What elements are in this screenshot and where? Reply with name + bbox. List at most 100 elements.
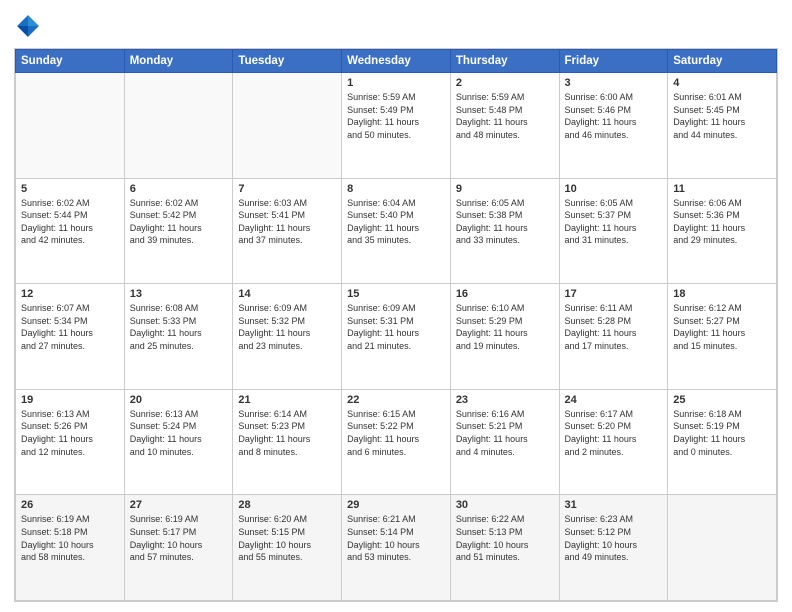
col-header-monday: Monday — [124, 50, 233, 73]
day-info: Sunrise: 6:17 AM Sunset: 5:20 PM Dayligh… — [565, 408, 663, 458]
week-row-1: 5Sunrise: 6:02 AM Sunset: 5:44 PM Daylig… — [16, 178, 777, 284]
day-info: Sunrise: 6:01 AM Sunset: 5:45 PM Dayligh… — [673, 91, 771, 141]
day-number: 22 — [347, 394, 445, 406]
day-number: 18 — [673, 288, 771, 300]
day-info: Sunrise: 6:15 AM Sunset: 5:22 PM Dayligh… — [347, 408, 445, 458]
calendar-cell: 15Sunrise: 6:09 AM Sunset: 5:31 PM Dayli… — [342, 284, 451, 390]
day-info: Sunrise: 6:10 AM Sunset: 5:29 PM Dayligh… — [456, 302, 554, 352]
calendar-cell: 29 Sunrise: 6:21 AM Sunset: 5:14 PM Dayli… — [342, 495, 451, 601]
calendar-cell: 6 Sunrise: 6:02 AM Sunset: 5:42 PM Daylig… — [124, 178, 233, 284]
calendar-cell: 13Sunrise: 6:08 AM Sunset: 5:33 PM Dayli… — [124, 284, 233, 390]
week-row-2: 12 Sunrise: 6:07 AM Sunset: 5:34 PM Dayli… — [16, 284, 777, 390]
day-info: Sunrise: 6:02 AM Sunset: 5:44 PM Dayligh… — [21, 197, 119, 247]
day-number: 16 — [456, 288, 554, 300]
day-number: 25 — [673, 394, 771, 406]
day-info: Sunrise: 6:19 AM Sunset: 5:17 PM Dayligh… — [130, 513, 228, 563]
day-number: 3 — [565, 77, 663, 89]
page: SundayMondayTuesdayWednesdayThursdayFrid… — [0, 0, 792, 612]
col-header-thursday: Thursday — [450, 50, 559, 73]
calendar-cell: 23 Sunrise: 6:16 AM Sunset: 5:21 PM Dayli… — [450, 389, 559, 495]
calendar-cell: 11 Sunrise: 6:06 AM Sunset: 5:36 PM Dayli… — [668, 178, 777, 284]
calendar-cell: 18 Sunrise: 6:12 AM Sunset: 5:27 PM Dayli… — [668, 284, 777, 390]
day-info: Sunrise: 6:12 AM Sunset: 5:27 PM Dayligh… — [673, 302, 771, 352]
calendar-cell: 12 Sunrise: 6:07 AM Sunset: 5:34 PM Dayli… — [16, 284, 125, 390]
day-number: 6 — [130, 183, 228, 195]
day-number: 2 — [456, 77, 554, 89]
day-info: Sunrise: 6:07 AM Sunset: 5:34 PM Dayligh… — [21, 302, 119, 352]
day-info: Sunrise: 5:59 AM Sunset: 5:48 PM Dayligh… — [456, 91, 554, 141]
calendar-header: SundayMondayTuesdayWednesdayThursdayFrid… — [16, 50, 777, 73]
day-number: 23 — [456, 394, 554, 406]
calendar-cell: 24 Sunrise: 6:17 AM Sunset: 5:20 PM Dayli… — [559, 389, 668, 495]
week-row-0: 1 Sunrise: 5:59 AM Sunset: 5:49 PM Daylig… — [16, 73, 777, 179]
calendar: SundayMondayTuesdayWednesdayThursdayFrid… — [14, 48, 778, 602]
day-info: Sunrise: 6:20 AM Sunset: 5:15 PM Dayligh… — [238, 513, 336, 563]
calendar-cell — [124, 73, 233, 179]
calendar-cell: 19 Sunrise: 6:13 AM Sunset: 5:26 PM Dayli… — [16, 389, 125, 495]
day-number: 24 — [565, 394, 663, 406]
day-number: 9 — [456, 183, 554, 195]
day-number: 12 — [21, 288, 119, 300]
day-number: 8 — [347, 183, 445, 195]
header — [14, 12, 778, 40]
day-info: Sunrise: 6:00 AM Sunset: 5:46 PM Dayligh… — [565, 91, 663, 141]
day-info: Sunrise: 6:09 AM Sunset: 5:31 PM Dayligh… — [347, 302, 445, 352]
calendar-body: 1 Sunrise: 5:59 AM Sunset: 5:49 PM Daylig… — [16, 73, 777, 601]
day-info: Sunrise: 6:02 AM Sunset: 5:42 PM Dayligh… — [130, 197, 228, 247]
calendar-cell: 17 Sunrise: 6:11 AM Sunset: 5:28 PM Dayli… — [559, 284, 668, 390]
day-number: 1 — [347, 77, 445, 89]
calendar-cell: 21Sunrise: 6:14 AM Sunset: 5:23 PM Dayli… — [233, 389, 342, 495]
day-info: Sunrise: 6:21 AM Sunset: 5:14 PM Dayligh… — [347, 513, 445, 563]
week-row-3: 19 Sunrise: 6:13 AM Sunset: 5:26 PM Dayli… — [16, 389, 777, 495]
calendar-cell: 1 Sunrise: 5:59 AM Sunset: 5:49 PM Daylig… — [342, 73, 451, 179]
day-info: Sunrise: 5:59 AM Sunset: 5:49 PM Dayligh… — [347, 91, 445, 141]
day-number: 11 — [673, 183, 771, 195]
calendar-cell: 9Sunrise: 6:05 AM Sunset: 5:38 PM Daylig… — [450, 178, 559, 284]
calendar-cell: 4 Sunrise: 6:01 AM Sunset: 5:45 PM Daylig… — [668, 73, 777, 179]
day-info: Sunrise: 6:14 AM Sunset: 5:23 PM Dayligh… — [238, 408, 336, 458]
day-info: Sunrise: 6:22 AM Sunset: 5:13 PM Dayligh… — [456, 513, 554, 563]
day-number: 29 — [347, 499, 445, 511]
calendar-cell: 8 Sunrise: 6:04 AM Sunset: 5:40 PM Daylig… — [342, 178, 451, 284]
calendar-cell: 3 Sunrise: 6:00 AM Sunset: 5:46 PM Daylig… — [559, 73, 668, 179]
calendar-cell: 20 Sunrise: 6:13 AM Sunset: 5:24 PM Dayli… — [124, 389, 233, 495]
calendar-cell: 16 Sunrise: 6:10 AM Sunset: 5:29 PM Dayli… — [450, 284, 559, 390]
day-info: Sunrise: 6:04 AM Sunset: 5:40 PM Dayligh… — [347, 197, 445, 247]
calendar-cell: 2 Sunrise: 5:59 AM Sunset: 5:48 PM Daylig… — [450, 73, 559, 179]
calendar-cell: 14Sunrise: 6:09 AM Sunset: 5:32 PM Dayli… — [233, 284, 342, 390]
col-header-sunday: Sunday — [16, 50, 125, 73]
day-number: 20 — [130, 394, 228, 406]
calendar-cell: 31Sunrise: 6:23 AM Sunset: 5:12 PM Dayli… — [559, 495, 668, 601]
day-info: Sunrise: 6:18 AM Sunset: 5:19 PM Dayligh… — [673, 408, 771, 458]
day-info: Sunrise: 6:16 AM Sunset: 5:21 PM Dayligh… — [456, 408, 554, 458]
day-number: 13 — [130, 288, 228, 300]
day-number: 28 — [238, 499, 336, 511]
day-info: Sunrise: 6:23 AM Sunset: 5:12 PM Dayligh… — [565, 513, 663, 563]
calendar-cell: 25 Sunrise: 6:18 AM Sunset: 5:19 PM Dayli… — [668, 389, 777, 495]
day-number: 7 — [238, 183, 336, 195]
calendar-cell: 22 Sunrise: 6:15 AM Sunset: 5:22 PM Dayli… — [342, 389, 451, 495]
day-number: 4 — [673, 77, 771, 89]
day-number: 19 — [21, 394, 119, 406]
day-number: 26 — [21, 499, 119, 511]
calendar-cell: 30 Sunrise: 6:22 AM Sunset: 5:13 PM Dayli… — [450, 495, 559, 601]
col-header-tuesday: Tuesday — [233, 50, 342, 73]
day-info: Sunrise: 6:06 AM Sunset: 5:36 PM Dayligh… — [673, 197, 771, 247]
calendar-cell: 27 Sunrise: 6:19 AM Sunset: 5:17 PM Dayli… — [124, 495, 233, 601]
day-number: 30 — [456, 499, 554, 511]
day-info: Sunrise: 6:05 AM Sunset: 5:37 PM Dayligh… — [565, 197, 663, 247]
day-info: Sunrise: 6:13 AM Sunset: 5:26 PM Dayligh… — [21, 408, 119, 458]
day-number: 10 — [565, 183, 663, 195]
calendar-cell — [668, 495, 777, 601]
calendar-cell: 10 Sunrise: 6:05 AM Sunset: 5:37 PM Dayli… — [559, 178, 668, 284]
day-info: Sunrise: 6:09 AM Sunset: 5:32 PM Dayligh… — [238, 302, 336, 352]
day-number: 17 — [565, 288, 663, 300]
col-header-saturday: Saturday — [668, 50, 777, 73]
day-number: 27 — [130, 499, 228, 511]
day-info: Sunrise: 6:13 AM Sunset: 5:24 PM Dayligh… — [130, 408, 228, 458]
col-header-wednesday: Wednesday — [342, 50, 451, 73]
logo — [14, 12, 46, 40]
day-info: Sunrise: 6:19 AM Sunset: 5:18 PM Dayligh… — [21, 513, 119, 563]
day-info: Sunrise: 6:03 AM Sunset: 5:41 PM Dayligh… — [238, 197, 336, 247]
day-info: Sunrise: 6:11 AM Sunset: 5:28 PM Dayligh… — [565, 302, 663, 352]
